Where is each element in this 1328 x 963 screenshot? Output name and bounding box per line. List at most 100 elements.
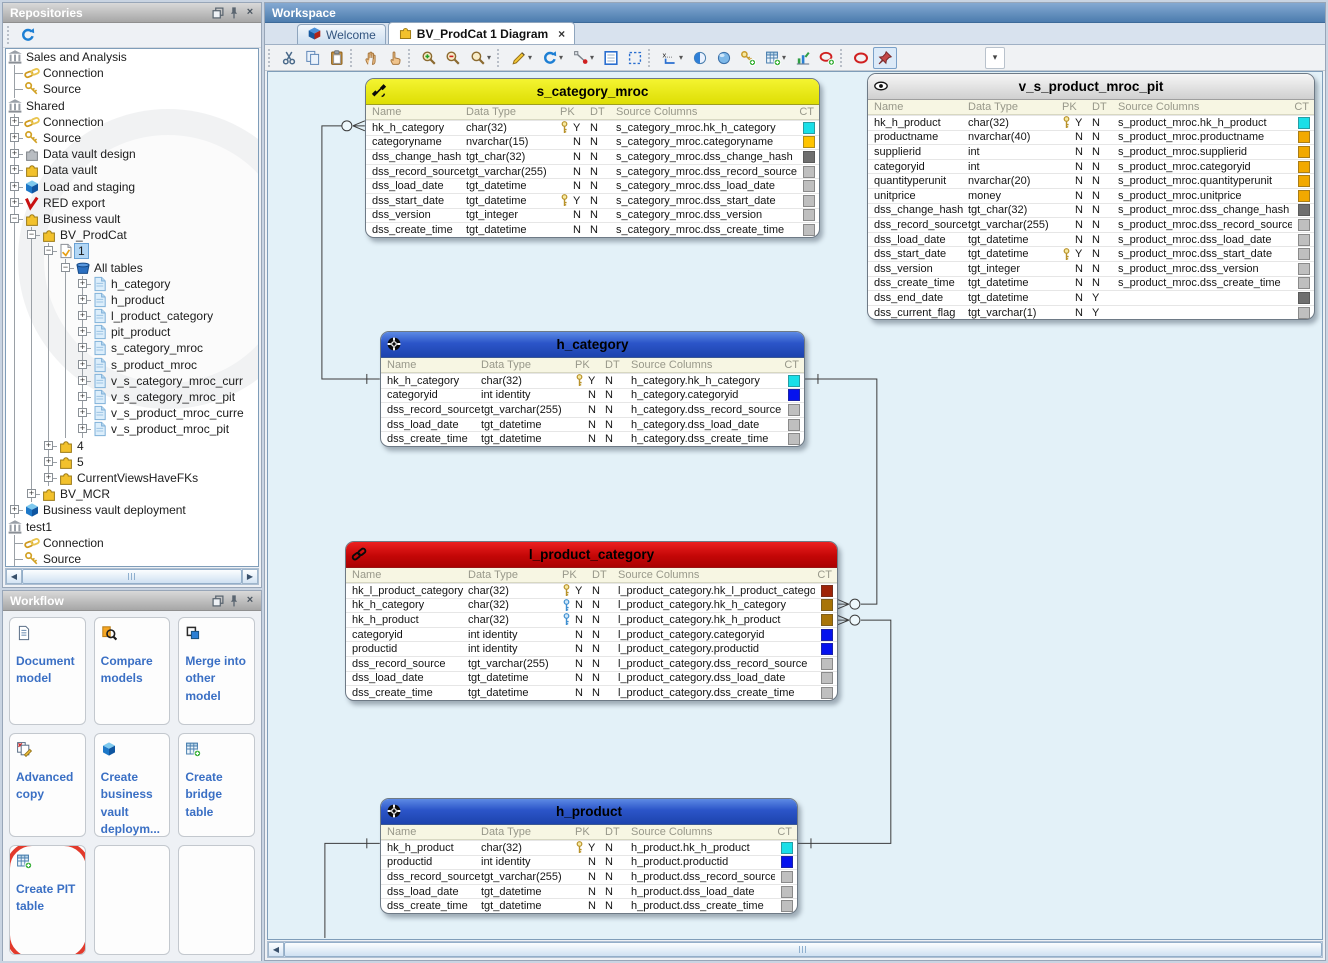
tree-item-sales-and-analysis[interactable]: Sales and Analysis [6,49,258,65]
paste-button[interactable] [325,47,349,69]
entity-row-dss_record_source[interactable]: dss_record_sourcetgt_varchar(255) N N s_… [366,164,819,179]
toolbar-overflow-button[interactable]: ▾ [985,47,1005,69]
tree-expander[interactable]: + [44,441,53,450]
rotate-button[interactable]: ▾ [537,47,568,69]
tree-item-v-s-product-mroc-pit[interactable]: +v_s_product_mroc_pit [6,421,258,437]
tree-expander[interactable]: + [78,279,87,288]
entity-row-dss_version[interactable]: dss_versiontgt_integer N N s_category_mr… [366,208,819,223]
select-area-button[interactable] [623,47,647,69]
tree-item-data-vault-design[interactable]: +Data vault design [6,146,258,162]
tree-expander[interactable]: + [10,182,19,191]
entity-row-dss_change_hash[interactable]: dss_change_hashtgt_char(32) N N s_catego… [366,149,819,164]
entity-row-supplierid[interactable]: supplieridint N N s_product_mroc.supplie… [868,144,1314,159]
tree-item-v-s-product-mroc-curre[interactable]: +v_s_product_mroc_curre [6,405,258,421]
entity-row-hk_h_product[interactable]: hk_h_productchar(32) Y N h_product.hk_h_… [381,840,797,855]
workflow-card-document-model[interactable]: Document model [9,617,86,725]
tree-item-h-category[interactable]: +h_category [6,276,258,292]
display-half-button[interactable] [688,47,712,69]
validate-button[interactable] [791,47,815,69]
tree-expander[interactable]: + [78,295,87,304]
workflow-card-create-business-vault-deploym-[interactable]: Create business vault deploym... [94,733,171,837]
scroll-thumb[interactable] [284,942,1322,957]
tree-item-pit-product[interactable]: +pit_product [6,324,258,340]
float-panel-icon[interactable] [211,6,225,20]
tree-expander[interactable]: + [78,343,87,352]
add-table-button[interactable]: ▾ [760,47,791,69]
tree-expander[interactable]: + [27,489,36,498]
tree-expander[interactable]: + [78,392,87,401]
entity-row-dss_version[interactable]: dss_versiontgt_integer N N s_product_mro… [868,261,1314,276]
float-panel-icon[interactable] [211,594,225,608]
tree-expander[interactable]: + [78,376,87,385]
tree-item-shared[interactable]: Shared [6,98,258,114]
close-panel-icon[interactable]: × [243,6,257,20]
tree-item-4[interactable]: +4 [6,438,258,454]
tree-item-h-product[interactable]: +h_product [6,292,258,308]
copy-button[interactable] [301,47,325,69]
tree-item-currentviewshavefks[interactable]: +CurrentViewsHaveFKs [6,470,258,486]
sort-columns-button[interactable]: x...▾ [657,47,688,69]
entity-row-productname[interactable]: productnamenvarchar(40) N N s_product_mr… [868,130,1314,145]
tree-expander[interactable]: + [10,198,19,207]
entity-row-categoryid[interactable]: categoryidint N N s_product_mroc.categor… [868,159,1314,174]
tree-item-data-vault[interactable]: +Data vault [6,162,258,178]
tab-welcome[interactable]: Welcome [297,24,386,44]
entity-row-hk_h_product[interactable]: hk_h_productchar(32) N N l_product_categ… [346,612,837,627]
entity-row-dss_load_date[interactable]: dss_load_datetgt_datetime N N s_category… [366,178,819,193]
tab-bv-prodcat-1-diagram[interactable]: BV_ProdCat 1 Diagram × [388,22,575,44]
canvas-hscrollbar[interactable]: ◀ [267,941,1323,958]
tree-item-v-s-category-mroc-curr[interactable]: +v_s_category_mroc_curr [6,373,258,389]
tree-expander[interactable]: − [10,214,19,223]
tree-expander[interactable]: + [10,117,19,126]
entity-row-dss_start_date[interactable]: dss_start_datetgt_datetime Y N s_categor… [366,193,819,208]
add-key-button[interactable] [736,47,760,69]
entity-row-dss_create_time[interactable]: dss_create_timetgt_datetime N N s_produc… [868,276,1314,291]
entity-table-h_product[interactable]: h_product NameData Type PKDT Source Colu… [380,798,798,914]
entity-row-dss_create_time[interactable]: dss_create_timetgt_datetime N N h_produc… [381,898,797,913]
entity-row-dss_change_hash[interactable]: dss_change_hashtgt_char(32) N N s_produc… [868,203,1314,218]
entity-header[interactable]: h_category [381,332,804,358]
repositories-hscrollbar[interactable]: ◀ ▶ [5,568,259,585]
entity-row-dss_start_date[interactable]: dss_start_datetgt_datetime Y N s_product… [868,246,1314,261]
entity-row-categoryname[interactable]: categorynamenvarchar(15) N N s_category_… [366,135,819,150]
tree-expander[interactable]: − [61,263,70,272]
tree-expander[interactable]: + [10,505,19,514]
tree-item-connection[interactable]: +Connection [6,114,258,130]
close-panel-icon[interactable]: × [243,594,257,608]
pin-button[interactable] [873,47,897,69]
close-tab-icon[interactable]: × [558,27,565,41]
entity-row-quantityperunit[interactable]: quantityperunitnvarchar(20) N N s_produc… [868,173,1314,188]
tree-expander[interactable]: + [78,311,87,320]
workflow-card-merge-into-other-model[interactable]: Merge into other model [178,617,255,725]
tree-item-connection[interactable]: Connection [6,65,258,81]
scroll-right-icon[interactable]: ▶ [242,569,258,584]
tree-expander[interactable]: + [78,408,87,417]
entity-row-dss_load_date[interactable]: dss_load_datetgt_datetime N N l_product_… [346,671,837,686]
tree-item-1[interactable]: −1 [6,243,258,259]
tree-expander[interactable]: + [78,424,87,433]
entity-table-h_category[interactable]: h_category NameData Type PKDT Source Col… [380,331,805,447]
entity-row-dss_current_flag[interactable]: dss_current_flagtgt_varchar(1) N Y [868,305,1314,320]
tree-expander[interactable]: + [44,457,53,466]
tree-item-source[interactable]: +Source [6,130,258,146]
tree-item-load-and-staging[interactable]: +Load and staging [6,179,258,195]
tree-expander[interactable]: + [10,133,19,142]
tree-item-source[interactable]: Source [6,551,258,567]
tree-item-all-tables[interactable]: −All tables [6,259,258,275]
tree-expander[interactable]: − [44,246,53,255]
entity-row-hk_h_product[interactable]: hk_h_productchar(32) Y N s_product_mroc.… [868,115,1314,130]
tree-item-business-vault[interactable]: −Business vault [6,211,258,227]
pin-panel-icon[interactable] [227,6,241,20]
entity-row-hk_h_category[interactable]: hk_h_categorychar(32) Y N h_category.hk_… [381,373,804,388]
entity-row-dss_record_source[interactable]: dss_record_sourcetgt_varchar(255) N N h_… [381,869,797,884]
entity-table-v_s_product_mroc_pit[interactable]: v_s_product_mroc_pit NameData Type PKDT … [867,73,1315,320]
entity-row-hk_l_product_category[interactable]: hk_l_product_categorychar(32) Y N l_prod… [346,583,837,598]
tree-item-v-s-category-mroc-pit[interactable]: +v_s_category_mroc_pit [6,389,258,405]
entity-row-productid[interactable]: productidint identity N N h_product.prod… [381,855,797,870]
tree-item-connection[interactable]: Connection [6,535,258,551]
workflow-card-compare-models[interactable]: Compare models [94,617,171,725]
zoom-out-button[interactable] [441,47,465,69]
tree-expander[interactable]: + [78,360,87,369]
entity-row-categoryid[interactable]: categoryidint identity N N l_product_cat… [346,627,837,642]
show-attributes-button[interactable] [599,47,623,69]
